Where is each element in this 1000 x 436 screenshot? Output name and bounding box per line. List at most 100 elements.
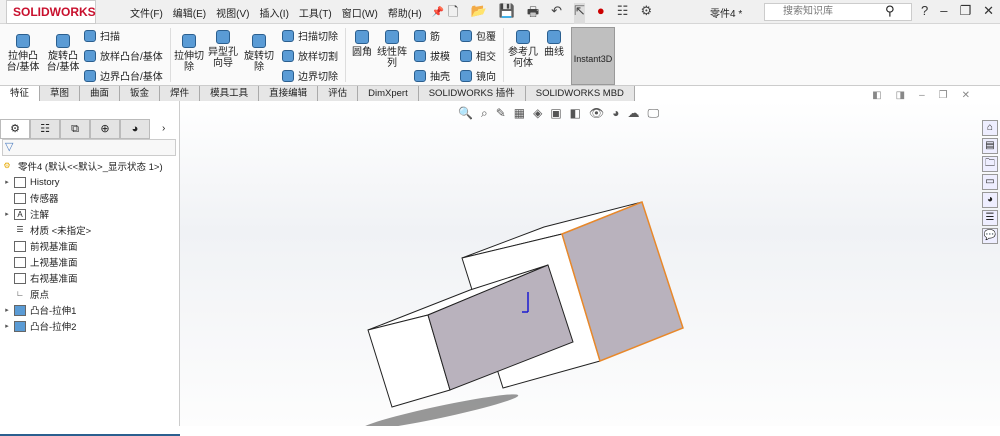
zoom-area-icon[interactable]: ⌕ — [481, 106, 488, 121]
scene-icon[interactable]: ☁ — [628, 106, 640, 121]
save-icon[interactable]: 💾 — [499, 3, 515, 25]
hide-show-icon[interactable]: 👁 — [589, 106, 604, 121]
tab-weldments[interactable]: 焊件 — [160, 86, 201, 101]
menu-insert[interactable]: 插入(I) — [259, 5, 288, 20]
fillet-button[interactable]: 圆角 — [350, 30, 374, 58]
dynamic-annotation-icon[interactable]: ◈ — [533, 106, 542, 121]
hole-wizard-button[interactable]: 异型孔向导 — [206, 30, 240, 69]
tree-item-front-plane[interactable]: 前视基准面 — [0, 238, 178, 254]
display-style-icon[interactable]: ◧ — [570, 106, 581, 121]
configuration-manager-tab-icon[interactable]: ⧉ — [60, 119, 90, 139]
part-model[interactable] — [180, 101, 1000, 426]
menu-window[interactable]: 窗口(W) — [342, 5, 378, 20]
menu-tools[interactable]: 工具(T) — [299, 5, 332, 20]
menu-edit[interactable]: 编辑(E) — [173, 5, 206, 20]
extrude-cut-button[interactable]: 拉伸切除 — [174, 34, 204, 73]
search-icon[interactable]: ⚲ — [885, 3, 895, 19]
intersect-button[interactable]: 相交 — [460, 48, 496, 63]
tree-item-top-plane[interactable]: 上视基准面 — [0, 254, 178, 270]
tab-sheet-metal[interactable]: 钣金 — [120, 86, 161, 101]
tab-evaluate[interactable]: 评估 — [318, 86, 359, 101]
restore-button[interactable]: ❐ — [959, 3, 971, 19]
new-file-icon[interactable]: 🗋 — [448, 3, 458, 25]
wrap-button[interactable]: 包覆 — [460, 28, 496, 43]
close-button[interactable]: ✕ — [983, 3, 994, 19]
section-view-icon[interactable]: ▦ — [514, 106, 525, 121]
design-library-icon[interactable]: ▤ — [982, 138, 998, 154]
tab-dimxpert[interactable]: DimXpert — [358, 86, 419, 101]
mirror-button[interactable]: 镜向 — [460, 68, 496, 83]
draft-button[interactable]: 拔模 — [414, 48, 450, 63]
menu-help[interactable]: 帮助(H) — [388, 5, 422, 20]
linear-pattern-button[interactable]: 线性阵列 — [376, 30, 408, 69]
next-window-icon[interactable]: ◨ — [896, 90, 905, 101]
zoom-to-fit-icon[interactable]: 🔍 — [458, 106, 473, 121]
custom-properties-icon[interactable]: ☰ — [982, 210, 998, 226]
tab-features[interactable]: 特征 — [0, 86, 41, 101]
tree-root-part[interactable]: ⚙ 零件4 (默认<<默认>_显示状态 1>) — [0, 158, 178, 174]
prev-window-icon[interactable]: ◧ — [872, 90, 881, 101]
minimize-button[interactable]: – — [940, 3, 947, 19]
tree-item-annotations[interactable]: ▸ A 注解 — [0, 206, 178, 222]
sweep-button[interactable]: 扫描 — [84, 28, 120, 43]
expand-arrow-icon[interactable]: ▸ — [0, 306, 14, 314]
tree-item-material[interactable]: ☰ 材质 <未指定> — [0, 222, 178, 238]
tree-item-history[interactable]: ▸ History — [0, 174, 178, 190]
boundary-boss-button[interactable]: 边界凸台/基体 — [84, 68, 163, 83]
curves-button[interactable]: 曲线 — [542, 30, 566, 58]
home-icon[interactable]: ⌂ — [982, 120, 998, 136]
file-explorer-icon[interactable]: 🗀 — [982, 156, 998, 172]
loft-button[interactable]: 放样凸台/基体 — [84, 48, 163, 63]
view-palette-icon[interactable]: ▭ — [982, 174, 998, 190]
graphics-area[interactable] — [180, 101, 1000, 426]
viewport-restore-icon[interactable]: ❐ — [939, 90, 948, 101]
view-settings-icon[interactable]: 🖵 — [648, 106, 660, 121]
rib-button[interactable]: 筋 — [414, 28, 440, 43]
revolve-boss-button[interactable]: 旋转凸台/基体 — [44, 34, 82, 73]
feature-manager-tab-icon[interactable]: ⚙ — [0, 119, 30, 139]
appearances-icon[interactable]: ◕ — [982, 192, 998, 208]
tab-direct-editing[interactable]: 直接编辑 — [259, 86, 319, 101]
reference-geometry-button[interactable]: 参考几何体 — [507, 30, 539, 69]
open-file-icon[interactable]: 📂 — [470, 3, 486, 25]
tree-item-sensors[interactable]: 传感器 — [0, 190, 178, 206]
solidworks-logo[interactable]: SOLIDWORKS — [6, 0, 96, 24]
tree-item-boss-extrude2[interactable]: ▸ 凸台-拉伸2 — [0, 318, 178, 334]
select-icon[interactable]: ⇱ — [574, 3, 585, 25]
menu-file[interactable]: 文件(F) — [130, 5, 163, 20]
tree-item-boss-extrude1[interactable]: ▸ 凸台-拉伸1 — [0, 302, 178, 318]
tab-addins[interactable]: SOLIDWORKS 插件 — [418, 86, 526, 101]
appearance-icon[interactable]: ◕ — [612, 106, 619, 121]
pin-icon[interactable]: 📌 — [432, 7, 444, 18]
tree-item-right-plane[interactable]: 右视基准面 — [0, 270, 178, 286]
instant3d-button[interactable]: Instant3D — [571, 27, 615, 85]
help-icon[interactable]: ? — [921, 3, 928, 19]
boundary-cut-button[interactable]: 边界切除 — [282, 68, 338, 83]
undo-icon[interactable]: ↶ — [551, 3, 562, 25]
chevron-right-icon[interactable]: › — [162, 119, 165, 139]
viewport-minimize-icon[interactable]: – — [919, 90, 925, 101]
revolve-cut-button[interactable]: 旋转切除 — [244, 34, 274, 73]
expand-arrow-icon[interactable]: ▸ — [0, 210, 14, 218]
extrude-boss-button[interactable]: 拉伸凸台/基体 — [4, 34, 42, 73]
rebuild-icon[interactable]: ● — [597, 3, 605, 25]
tree-item-origin[interactable]: ∟ 原点 — [0, 286, 178, 302]
property-manager-tab-icon[interactable]: ☷ — [30, 119, 60, 139]
tab-mbd[interactable]: SOLIDWORKS MBD — [525, 86, 635, 101]
viewport-close-icon[interactable]: ✕ — [962, 90, 970, 101]
tab-sketch[interactable]: 草图 — [40, 86, 81, 101]
print-icon[interactable]: 🖶 — [527, 3, 539, 25]
sweep-cut-button[interactable]: 扫描切除 — [282, 28, 338, 43]
file-properties-icon[interactable]: ☷ — [617, 3, 629, 25]
expand-arrow-icon[interactable]: ▸ — [0, 178, 14, 186]
previous-view-icon[interactable]: ✎ — [496, 106, 506, 121]
tab-mold-tools[interactable]: 模具工具 — [200, 86, 260, 101]
forum-icon[interactable]: 💬 — [982, 228, 998, 244]
loft-cut-button[interactable]: 放样切割 — [282, 48, 338, 63]
options-gear-icon[interactable]: ⚙ — [640, 3, 652, 25]
tab-surfaces[interactable]: 曲面 — [80, 86, 121, 101]
display-manager-tab-icon[interactable]: ◕ — [120, 119, 150, 139]
filter-icon[interactable]: ▽ — [2, 139, 176, 156]
shell-button[interactable]: 抽壳 — [414, 68, 450, 83]
menu-view[interactable]: 视图(V) — [216, 5, 249, 20]
